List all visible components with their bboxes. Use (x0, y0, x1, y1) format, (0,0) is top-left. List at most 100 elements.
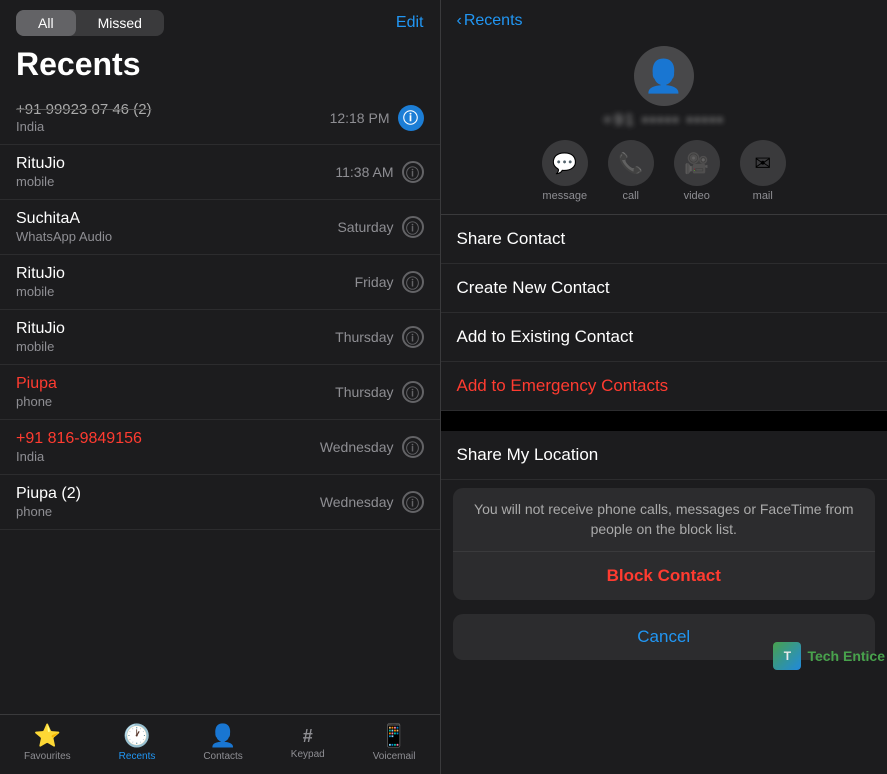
voicemail-icon: 📱 (380, 723, 407, 749)
watermark-text: Tech Entice (807, 648, 885, 664)
tab-contacts-label: Contacts (203, 751, 242, 762)
tab-missed[interactable]: Missed (76, 10, 164, 36)
call-right-0: 12:18 PM ⓘ (330, 105, 424, 131)
video-label: video (684, 190, 710, 202)
call-item-left-3: RituJio mobile (16, 265, 355, 299)
call-name-5: Piupa (16, 375, 335, 393)
info-circle-1[interactable]: ⓘ (402, 161, 424, 183)
contacts-icon: 👤 (209, 723, 236, 749)
call-item-4[interactable]: RituJio mobile Thursday ⓘ (0, 310, 440, 365)
call-sub-5: phone (16, 394, 335, 409)
cancel-button[interactable]: Cancel T Tech Entice (453, 614, 876, 660)
call-button[interactable]: 📞 call (608, 140, 654, 202)
tab-group: All Missed (16, 10, 164, 36)
bottom-tabbar: ⭐ Favourites 🕐 Recents 👤 Contacts # Keyp… (0, 714, 440, 774)
block-contact-button[interactable]: Block Contact ← (453, 552, 876, 600)
call-item-6[interactable]: +91 816-9849156 India Wednesday ⓘ (0, 420, 440, 475)
info-circle-0[interactable]: ⓘ (398, 105, 424, 131)
back-button[interactable]: ‹ Recents (457, 12, 523, 30)
info-circle-4[interactable]: ⓘ (402, 326, 424, 348)
create-new-contact-item[interactable]: Create New Contact (441, 264, 887, 313)
tab-voicemail[interactable]: 📱 Voicemail (373, 723, 416, 762)
info-circle-6[interactable]: ⓘ (402, 436, 424, 458)
right-panel: ‹ Recents 👤 +91 ••••• ••••• 💬 message 📞 … (441, 0, 887, 774)
call-name-0: +91 99923 07 46 (2) (16, 101, 330, 118)
info-circle-7[interactable]: ⓘ (402, 491, 424, 513)
call-item-3[interactable]: RituJio mobile Friday ⓘ (0, 255, 440, 310)
call-right-6: Wednesday ⓘ (320, 436, 424, 458)
call-sub-3: mobile (16, 284, 355, 299)
call-item-left-4: RituJio mobile (16, 320, 335, 354)
call-item-left-0: +91 99923 07 46 (2) India (16, 101, 330, 134)
message-button[interactable]: 💬 message (542, 140, 588, 202)
share-contact-item[interactable]: Share Contact (441, 215, 887, 264)
call-item-left-2: SuchitaA WhatsApp Audio (16, 210, 337, 244)
call-item-0[interactable]: +91 99923 07 46 (2) India 12:18 PM ⓘ ↑ (0, 91, 440, 145)
chevron-left-icon: ‹ (457, 12, 462, 30)
mail-button[interactable]: ✉ mail (740, 140, 786, 202)
keypad-icon: # (303, 726, 313, 747)
call-time-0: 12:18 PM (330, 110, 390, 126)
call-icon: 📞 (608, 140, 654, 186)
call-right-4: Thursday ⓘ (335, 326, 423, 348)
edit-button[interactable]: Edit (396, 14, 424, 32)
rp-header: ‹ Recents (441, 0, 887, 38)
call-name-7: Piupa (2) (16, 485, 320, 503)
tab-favourites[interactable]: ⭐ Favourites (24, 723, 71, 762)
call-item-left-1: RituJio mobile (16, 155, 335, 189)
watermark: T Tech Entice (773, 642, 885, 670)
call-name-6: +91 816-9849156 (16, 430, 320, 448)
call-time-5: Thursday (335, 384, 393, 400)
video-icon: 🎥 (674, 140, 720, 186)
add-emergency-contact-item[interactable]: Add to Emergency Contacts (441, 362, 887, 411)
section-gap (441, 411, 887, 431)
tab-keypad[interactable]: # Keypad (291, 726, 325, 760)
call-item-left-7: Piupa (2) phone (16, 485, 320, 519)
call-item-7[interactable]: Piupa (2) phone Wednesday ⓘ (0, 475, 440, 530)
watermark-icon: T (773, 642, 801, 670)
mail-icon: ✉ (740, 140, 786, 186)
call-time-2: Saturday (337, 219, 393, 235)
info-circle-2[interactable]: ⓘ (402, 216, 424, 238)
left-panel: All Missed Edit Recents +91 99923 07 46 … (0, 0, 440, 774)
tab-contacts[interactable]: 👤 Contacts (203, 723, 242, 762)
block-section: You will not receive phone calls, messag… (453, 488, 876, 600)
call-time-7: Wednesday (320, 494, 394, 510)
mail-label: mail (753, 190, 773, 202)
call-name-1: RituJio (16, 155, 335, 173)
block-contact-label: Block Contact (607, 566, 721, 586)
call-right-7: Wednesday ⓘ (320, 491, 424, 513)
call-item-5[interactable]: Piupa phone Thursday ⓘ (0, 365, 440, 420)
info-circle-3[interactable]: ⓘ (402, 271, 424, 293)
avatar: 👤 (634, 46, 694, 106)
call-sub-6: India (16, 449, 320, 464)
call-right-5: Thursday ⓘ (335, 381, 423, 403)
call-sub-4: mobile (16, 339, 335, 354)
call-time-1: 11:38 AM (335, 164, 393, 180)
share-location-item[interactable]: Share My Location (441, 431, 887, 480)
tab-all[interactable]: All (16, 10, 76, 36)
call-item-2[interactable]: SuchitaA WhatsApp Audio Saturday ⓘ (0, 200, 440, 255)
add-existing-contact-item[interactable]: Add to Existing Contact (441, 313, 887, 362)
call-item-left-6: +91 816-9849156 India (16, 430, 320, 464)
message-label: message (542, 190, 587, 202)
star-icon: ⭐ (34, 723, 61, 749)
action-buttons: 💬 message 📞 call 🎥 video ✉ mail (542, 140, 786, 202)
call-name-2: SuchitaA (16, 210, 337, 228)
person-icon: 👤 (644, 57, 684, 95)
call-time-3: Friday (355, 274, 394, 290)
call-list: +91 99923 07 46 (2) India 12:18 PM ⓘ ↑ R… (0, 91, 440, 714)
info-circle-5[interactable]: ⓘ (402, 381, 424, 403)
rp-menu: Share Contact Create New Contact Add to … (441, 215, 887, 411)
tab-recents[interactable]: 🕐 Recents (119, 723, 156, 762)
call-right-1: 11:38 AM ⓘ (335, 161, 423, 183)
recents-title: Recents (0, 42, 440, 91)
back-label: Recents (464, 12, 523, 30)
call-time-6: Wednesday (320, 439, 394, 455)
call-sub-1: mobile (16, 174, 335, 189)
message-icon: 💬 (542, 140, 588, 186)
call-item-1[interactable]: RituJio mobile 11:38 AM ⓘ (0, 145, 440, 200)
cancel-label: Cancel (637, 627, 690, 646)
video-button[interactable]: 🎥 video (674, 140, 720, 202)
block-description: You will not receive phone calls, messag… (453, 488, 876, 552)
